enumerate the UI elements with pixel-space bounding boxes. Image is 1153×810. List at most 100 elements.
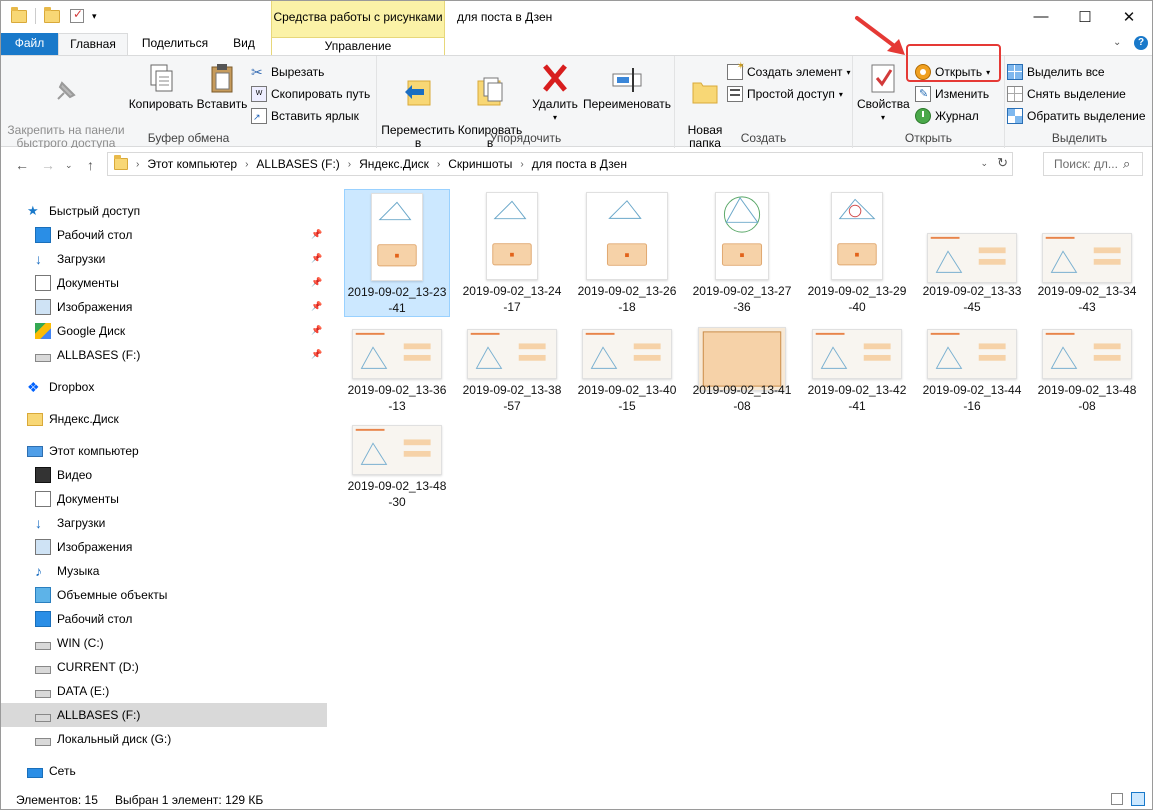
tab-home[interactable]: Главная <box>58 33 128 55</box>
breadcrumb-current-folder[interactable]: для поста в Дзен <box>532 157 627 171</box>
nav-item[interactable]: ↓ Загрузки 📌 <box>1 247 327 271</box>
download-icon: ↓ <box>35 515 42 531</box>
nav-item[interactable]: Google Диск 📌 <box>1 319 327 343</box>
file-tile[interactable]: ■ 2019-09-02_13-29 -40 <box>804 189 910 317</box>
tab-share[interactable]: Поделиться <box>132 33 218 55</box>
nav-item[interactable]: CURRENT (D:) <box>1 655 327 679</box>
file-tile[interactable]: 2019-09-02_13-44 -16 <box>919 324 1025 416</box>
details-view-icon[interactable] <box>1111 793 1123 805</box>
nav-item[interactable]: Изображения 📌 <box>1 295 327 319</box>
delete-button[interactable]: Удалить ▾ <box>527 60 583 124</box>
copy-path-button[interactable]: W Скопировать путь <box>251 84 370 104</box>
history-icon <box>915 108 931 124</box>
nav-item[interactable]: Объемные объекты <box>1 583 327 607</box>
close-button[interactable]: ✕ <box>1106 1 1152 32</box>
group-label-select: Выделить <box>1051 131 1108 145</box>
recent-locations-icon[interactable]: ⌄ <box>65 160 73 171</box>
nav-item[interactable]: ALLBASES (F:) 📌 <box>1 343 327 367</box>
file-tile[interactable]: ■ 2019-09-02_13-27 -36 <box>689 189 795 317</box>
nav-item[interactable]: Документы <box>1 487 327 511</box>
refresh-icon[interactable]: ↻ <box>997 155 1008 171</box>
nav-item[interactable]: ↓ Загрузки <box>1 511 327 535</box>
file-name-suffix: -41 <box>848 399 866 413</box>
edit-button[interactable]: ✎ Изменить <box>915 84 989 104</box>
up-arrow-icon[interactable]: ↑ <box>87 157 94 173</box>
properties-folder-icon[interactable] <box>44 6 60 23</box>
nav-item[interactable]: ❖ Dropbox <box>1 375 327 399</box>
nav-item[interactable]: Локальный диск (G:) <box>1 727 327 751</box>
new-item-button[interactable]: ✶ Создать элемент ▾ <box>727 61 851 82</box>
nav-item[interactable]: ALLBASES (F:) <box>1 703 327 727</box>
copy-icon <box>145 62 177 94</box>
breadcrumb-screenshots[interactable]: Скриншоты <box>448 157 512 171</box>
maximize-button[interactable]: ☐ <box>1062 1 1108 32</box>
help-icon[interactable]: ? <box>1134 36 1148 50</box>
file-tile[interactable]: ■ 2019-09-02_13-23 -41 <box>344 189 450 317</box>
breadcrumb-drive[interactable]: ALLBASES (F:) <box>256 157 339 171</box>
breadcrumb-separator-icon[interactable]: › <box>520 159 523 170</box>
nav-item[interactable]: Рабочий стол <box>1 607 327 631</box>
back-arrow-icon[interactable]: ← <box>15 157 29 173</box>
history-button[interactable]: Журнал <box>915 106 979 126</box>
pin-icon: 📌 <box>311 325 323 335</box>
paste-shortcut-label: Вставить ярлык <box>271 109 359 123</box>
nav-item[interactable]: DATA (E:) <box>1 679 327 703</box>
file-tile[interactable]: 2019-09-02_13-33 -45 <box>919 189 1025 317</box>
breadcrumb-yandex-disk[interactable]: Яндекс.Диск <box>359 157 429 171</box>
tab-file[interactable]: Файл <box>1 33 58 55</box>
file-tile[interactable]: ■ 2019-09-02_13-26 -18 <box>574 189 680 317</box>
check-icon[interactable]: ✓ <box>70 7 84 23</box>
file-name-suffix: -15 <box>618 399 636 413</box>
file-tile[interactable]: 2019-09-02_13-40 -15 <box>574 324 680 416</box>
collapse-ribbon-icon[interactable]: ⌄ <box>1113 37 1121 48</box>
file-tile[interactable]: 2019-09-02_13-48 -08 <box>1034 324 1140 416</box>
paste-icon <box>206 62 238 94</box>
file-tile[interactable]: 2019-09-02_13-36 -13 <box>344 324 450 416</box>
address-bar[interactable]: › Этот компьютер › ALLBASES (F:) › Яндекс.… <box>107 152 1013 176</box>
file-tile[interactable]: 2019-09-02_13-41 -08 <box>689 324 795 416</box>
properties-dropdown-icon[interactable]: ▾ <box>857 111 909 124</box>
copy-button[interactable]: Копировать <box>125 60 197 111</box>
large-icons-view-icon[interactable] <box>1131 792 1145 806</box>
easy-access-button[interactable]: Простой доступ ▾ <box>727 84 843 104</box>
breadcrumb-separator-icon[interactable]: › <box>245 159 248 170</box>
paste-shortcut-button[interactable]: ↗ Вставить ярлык <box>251 106 359 126</box>
file-tile[interactable]: 2019-09-02_13-48 -30 <box>344 420 450 512</box>
select-all-button[interactable]: Выделить все <box>1007 62 1105 82</box>
minimize-button[interactable]: — <box>1018 1 1064 32</box>
search-icon[interactable]: ⌕ <box>1123 156 1130 172</box>
nav-item[interactable]: ★ Быстрый доступ <box>1 199 327 223</box>
file-tile[interactable]: ■ 2019-09-02_13-24 -17 <box>459 189 565 317</box>
nav-item[interactable]: Видео <box>1 463 327 487</box>
breadcrumb-separator-icon[interactable]: › <box>437 159 440 170</box>
tab-view[interactable]: Вид <box>223 33 265 55</box>
nav-item[interactable]: WIN (C:) <box>1 631 327 655</box>
customize-toolbar-icon[interactable]: ▾ <box>92 11 97 22</box>
file-tile[interactable]: 2019-09-02_13-42 -41 <box>804 324 910 416</box>
nav-item[interactable]: Изображения <box>1 535 327 559</box>
file-name-suffix: -08 <box>733 399 751 413</box>
select-none-button[interactable]: Снять выделение <box>1007 84 1126 104</box>
file-tile[interactable]: 2019-09-02_13-34 -43 <box>1034 189 1140 317</box>
nav-item[interactable]: Рабочий стол 📌 <box>1 223 327 247</box>
cut-button[interactable]: ✂ Вырезать <box>251 62 324 82</box>
breadcrumb-this-pc[interactable]: Этот компьютер <box>147 157 237 171</box>
image-thumbnail <box>467 329 557 379</box>
nav-item[interactable]: Яндекс.Диск <box>1 407 327 431</box>
paste-button[interactable]: Вставить <box>195 60 249 111</box>
forward-arrow-icon[interactable]: → <box>41 157 55 173</box>
nav-item[interactable]: Этот компьютер <box>1 439 327 463</box>
delete-dropdown-icon[interactable]: ▾ <box>527 111 583 124</box>
file-tile[interactable]: 2019-09-02_13-38 -57 <box>459 324 565 416</box>
documents-icon <box>35 275 51 291</box>
address-history-icon[interactable]: ⌄ <box>980 158 988 169</box>
breadcrumb-separator-icon[interactable]: › <box>348 159 351 170</box>
nav-item-label: Сеть <box>49 764 76 778</box>
nav-item[interactable]: Документы 📌 <box>1 271 327 295</box>
breadcrumb-separator-icon[interactable]: › <box>136 159 139 170</box>
rename-button[interactable]: Переименовать <box>581 60 673 111</box>
nav-item[interactable]: Сеть <box>1 759 327 783</box>
nav-item[interactable]: ♪ Музыка <box>1 559 327 583</box>
properties-button[interactable]: Свойства ▾ <box>857 60 910 124</box>
invert-selection-button[interactable]: Обратить выделение <box>1007 106 1146 126</box>
